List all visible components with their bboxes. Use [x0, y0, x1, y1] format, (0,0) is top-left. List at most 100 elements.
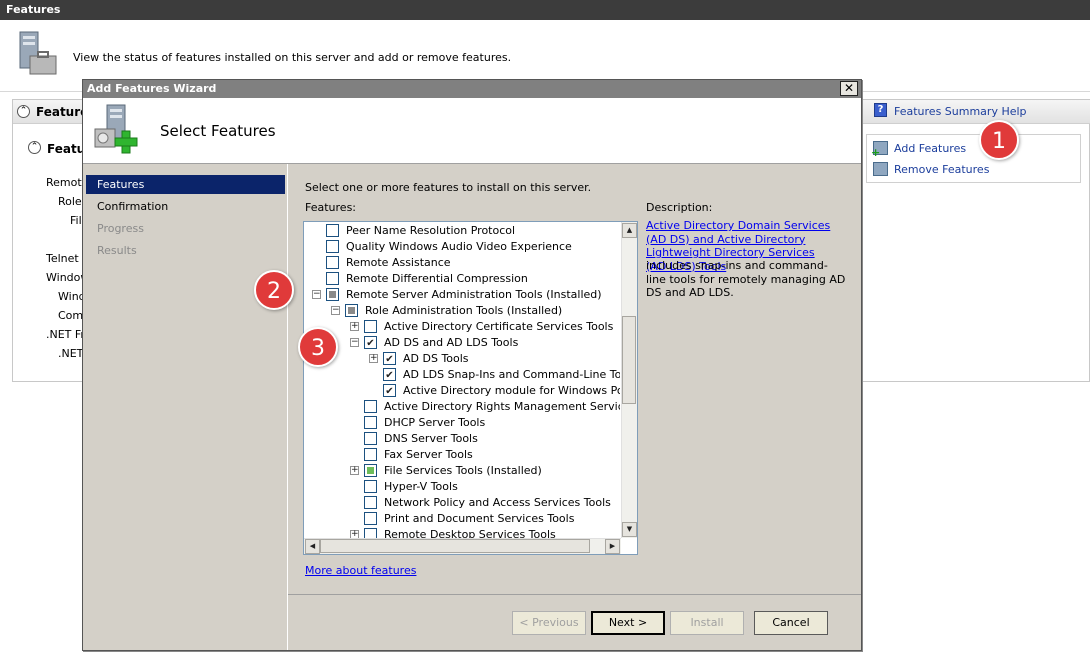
feature-checkbox[interactable] [345, 304, 358, 317]
feature-label: Print and Document Services Tools [384, 512, 575, 525]
tree-row[interactable]: DNS Server Tools [305, 431, 620, 447]
feature-checkbox[interactable] [326, 288, 339, 301]
bg-list-item: .NET [58, 347, 84, 360]
feature-label: Active Directory Certificate Services To… [384, 320, 614, 333]
tree-row[interactable]: − Role Administration Tools (Installed) [305, 303, 620, 319]
tree-row[interactable]: Print and Document Services Tools [305, 511, 620, 527]
collapse-icon[interactable]: − [331, 306, 340, 315]
collapse-icon[interactable]: − [350, 338, 359, 347]
bg-list-item: Fil [70, 214, 82, 227]
dialog-title-bar: Add Features Wizard [83, 80, 861, 98]
scroll-down-icon[interactable]: ▼ [622, 522, 637, 537]
feature-checkbox[interactable] [383, 352, 396, 365]
nav-item-features[interactable]: Features [86, 175, 285, 194]
help-icon[interactable]: ? [874, 103, 887, 117]
feature-checkbox[interactable] [326, 240, 339, 253]
features-label: Features: [305, 201, 357, 214]
feature-checkbox[interactable] [364, 432, 377, 445]
feature-label: Active Directory Rights Management Servi… [384, 400, 620, 413]
feature-label: Quality Windows Audio Video Experience [346, 240, 572, 253]
feature-checkbox[interactable] [364, 320, 377, 333]
feature-checkbox[interactable] [364, 496, 377, 509]
wizard-heading: Select Features [160, 122, 276, 140]
nav-item-confirmation[interactable]: Confirmation [86, 197, 285, 216]
scroll-right-icon[interactable]: ▶ [605, 539, 620, 554]
tree-row[interactable]: DHCP Server Tools [305, 415, 620, 431]
server-add-icon [94, 104, 138, 154]
feature-label: Active Directory module for Windows Powe… [403, 384, 620, 397]
add-features-link[interactable]: Add Features [894, 142, 966, 155]
tree-row[interactable]: + Active Directory Certificate Services T… [305, 319, 620, 335]
collapse-icon[interactable]: ⌃ [28, 141, 41, 154]
feature-label: DNS Server Tools [384, 432, 478, 445]
expand-icon[interactable]: + [350, 466, 359, 475]
feature-label: Hyper-V Tools [384, 480, 458, 493]
feature-checkbox[interactable] [364, 480, 377, 493]
annotation-badge-1: 1 [979, 120, 1019, 160]
feature-label: Fax Server Tools [384, 448, 473, 461]
annotation-badge-3: 3 [298, 327, 338, 367]
server-icon [19, 31, 57, 75]
expand-icon[interactable]: + [369, 354, 378, 363]
feature-label: Peer Name Resolution Protocol [346, 224, 516, 237]
tree-row[interactable]: Remote Differential Compression [305, 271, 620, 287]
tree-row[interactable]: Hyper-V Tools [305, 479, 620, 495]
scroll-up-icon[interactable]: ▲ [622, 223, 637, 238]
remove-features-link[interactable]: Remove Features [894, 163, 989, 176]
nav-item-progress: Progress [97, 222, 144, 235]
expand-icon[interactable]: + [350, 322, 359, 331]
annotation-badge-2: 2 [254, 270, 294, 310]
tree-row[interactable]: − Remote Server Administration Tools (Ins… [305, 287, 620, 303]
feature-label: AD DS Tools [403, 352, 469, 365]
feature-checkbox[interactable] [364, 400, 377, 413]
feature-checkbox[interactable] [364, 336, 377, 349]
collapse-icon[interactable]: − [312, 290, 321, 299]
bg-list-item: Role [58, 195, 82, 208]
collapse-icon[interactable]: ⌃ [17, 105, 30, 118]
next-button[interactable]: Next > [591, 611, 665, 635]
tree-row[interactable]: Network Policy and Access Services Tools [305, 495, 620, 511]
tree-row[interactable]: − AD DS and AD LDS Tools [305, 335, 620, 351]
feature-label: Remote Differential Compression [346, 272, 528, 285]
cancel-button[interactable]: Cancel [754, 611, 828, 635]
feature-checkbox[interactable] [364, 416, 377, 429]
remove-features-icon[interactable] [873, 162, 888, 176]
features-summary-help-link[interactable]: Features Summary Help [894, 105, 1027, 118]
scroll-left-icon[interactable]: ◀ [305, 539, 320, 554]
description-text: includes snap-ins and command-line tools… [646, 259, 846, 299]
description-label: Description: [646, 201, 713, 214]
install-button[interactable]: Install [670, 611, 744, 635]
feature-checkbox[interactable] [364, 512, 377, 525]
feature-label: File Services Tools (Installed) [384, 464, 542, 477]
tree-row[interactable]: Peer Name Resolution Protocol [305, 223, 620, 239]
tree-row[interactable]: + File Services Tools (Installed) [305, 463, 620, 479]
feature-label: Remote Server Administration Tools (Inst… [346, 288, 602, 301]
feature-label: Network Policy and Access Services Tools [384, 496, 611, 509]
feature-label: Role Administration Tools (Installed) [365, 304, 563, 317]
feature-checkbox[interactable] [364, 448, 377, 461]
feature-checkbox[interactable] [383, 368, 396, 381]
previous-button[interactable]: < Previous [512, 611, 586, 635]
tree-row[interactable]: Active Directory module for Windows Powe… [305, 383, 620, 399]
tree-row[interactable]: + AD DS Tools [305, 351, 620, 367]
feature-label: DHCP Server Tools [384, 416, 486, 429]
tree-row[interactable]: AD LDS Snap-Ins and Command-Line Tools [305, 367, 620, 383]
vertical-scroll-thumb[interactable] [622, 316, 636, 404]
more-about-features-link[interactable]: More about features [305, 564, 416, 577]
window-title: Features [6, 3, 61, 16]
tree-row[interactable]: Fax Server Tools [305, 447, 620, 463]
feature-checkbox[interactable] [383, 384, 396, 397]
feature-label: AD LDS Snap-Ins and Command-Line Tools [403, 368, 620, 381]
tree-row[interactable]: Active Directory Rights Management Servi… [305, 399, 620, 415]
horizontal-scroll-thumb[interactable] [320, 539, 590, 553]
feature-checkbox[interactable] [364, 464, 377, 477]
close-icon[interactable]: ✕ [840, 81, 858, 96]
feature-checkbox[interactable] [326, 224, 339, 237]
tree-row[interactable]: Quality Windows Audio Video Experience [305, 239, 620, 255]
nav-item-results: Results [97, 244, 137, 257]
tree-row[interactable]: Remote Assistance [305, 255, 620, 271]
instruction-text: Select one or more features to install o… [305, 181, 592, 194]
feature-checkbox[interactable] [326, 256, 339, 269]
plus-icon: + [871, 146, 881, 159]
feature-checkbox[interactable] [326, 272, 339, 285]
